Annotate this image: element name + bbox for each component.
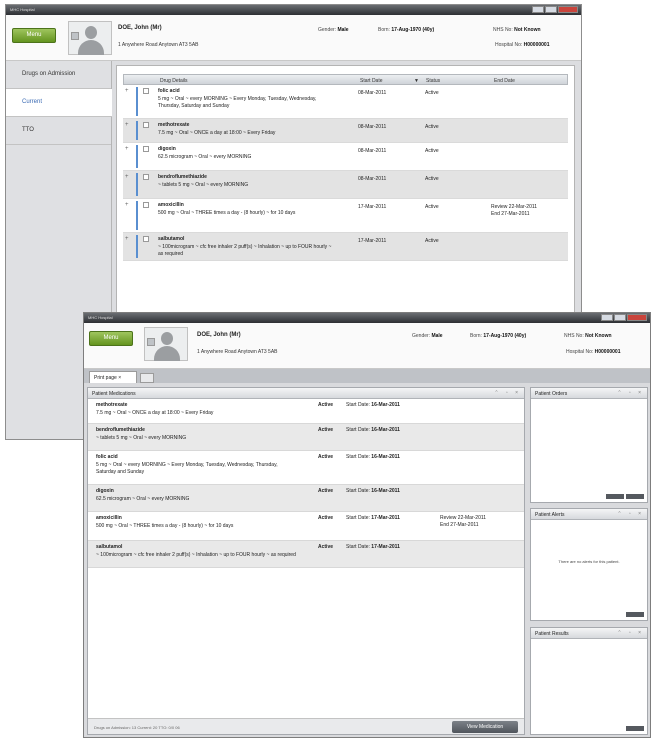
patient-hospital-no: Hospital No: H00000001: [566, 349, 621, 355]
expand-icon: +: [125, 88, 129, 94]
patient-address: 1 Anywhere Road Anytown AT3 5AB: [118, 42, 199, 48]
medication-window-front: MHC Hospital Menu DOE, John (Mr) 1 Anywh…: [83, 312, 651, 738]
patient-medications-panel: Patient Medications ⌃ ▫ × methotrexate 7…: [87, 387, 525, 735]
drug-row[interactable]: + digoxin 62.5 microgram ~ Oral ~ every …: [123, 143, 568, 171]
panel-controls-icon[interactable]: ⌃ ▫ ×: [494, 390, 521, 396]
drug-row[interactable]: + methotrexate 7.5 mg ~ Oral ~ ONCE a da…: [123, 119, 568, 143]
row-checkbox[interactable]: [143, 146, 149, 152]
panel-controls-icon[interactable]: ⌃ ▫ ×: [617, 630, 644, 636]
pin-icon[interactable]: [147, 338, 155, 346]
patient-orders-panel: Patient Orders ⌃ ▫ ×: [530, 387, 648, 503]
medications-footer: Drugs on Admission: 13 Current: 20 TTO: …: [88, 718, 524, 734]
maximize-button[interactable]: [545, 6, 557, 13]
medication-row[interactable]: digoxin 62.5 microgram ~ Oral ~ every MO…: [88, 485, 524, 512]
expand-icon: +: [125, 202, 129, 208]
expand-icon: +: [125, 174, 129, 180]
drug-row[interactable]: + folic acid 5 mg ~ Oral ~ every MORNING…: [123, 85, 568, 119]
drug-table-header: Drug Details Start Date ▼ Status End Dat…: [123, 74, 568, 85]
minimize-button[interactable]: [532, 6, 544, 13]
patient-banner: Menu DOE, John (Mr) 1 Anywhere Road Anyt…: [84, 323, 650, 369]
medications-panel-header: Patient Medications ⌃ ▫ ×: [88, 388, 524, 399]
expand-icon: +: [125, 122, 129, 128]
row-checkbox[interactable]: [143, 174, 149, 180]
tab-strip: Print page ×: [84, 369, 650, 383]
patient-gender: Gender: Male: [412, 333, 443, 339]
patient-banner: Menu DOE, John (Mr) 1 Anywhere Road Anyt…: [6, 15, 581, 61]
column-end-date[interactable]: End Date: [494, 78, 515, 84]
column-drug-details[interactable]: Drug Details: [160, 78, 188, 84]
column-status[interactable]: Status: [426, 78, 440, 84]
title-bar: MHC Hospital: [84, 313, 650, 323]
panel-controls-icon[interactable]: ⌃ ▫ ×: [617, 511, 644, 517]
medication-row[interactable]: amoxicillin 500 mg ~ Oral ~ THREE times …: [88, 512, 524, 541]
patient-photo: [68, 21, 112, 55]
tab-print-page[interactable]: Print page ×: [89, 371, 137, 383]
patient-results-panel: Patient Results ⌃ ▫ ×: [530, 627, 648, 735]
alerts-action-button[interactable]: [626, 612, 644, 617]
orders-action-button[interactable]: [606, 494, 624, 499]
column-start-date[interactable]: Start Date: [360, 78, 383, 84]
maximize-button[interactable]: [614, 314, 626, 321]
drug-row[interactable]: + amoxicillin 500 mg ~ Oral ~ THREE time…: [123, 199, 568, 233]
expand-icon: +: [125, 236, 129, 242]
nav-tto[interactable]: TTO: [6, 117, 111, 145]
patient-nhs: NHS No: Not Known: [564, 333, 612, 339]
menu-button[interactable]: Menu: [12, 28, 56, 43]
view-medication-button[interactable]: View Medication: [452, 721, 518, 733]
tab-close-icon[interactable]: ×: [118, 375, 121, 381]
sort-desc-icon: ▼: [414, 78, 419, 84]
medication-row[interactable]: methotrexate 7.5 mg ~ Oral ~ ONCE a day …: [88, 399, 524, 424]
window-title: MHC Hospital: [88, 315, 113, 320]
patient-born: Born: 17-Aug-1970 (40y): [470, 333, 527, 339]
patient-nhs: NHS No: Not Known: [493, 27, 541, 33]
pin-icon[interactable]: [71, 32, 79, 40]
row-checkbox[interactable]: [143, 202, 149, 208]
medication-row[interactable]: bendroflumethiazide ~ tablets 5 mg ~ Ora…: [88, 424, 524, 451]
window-title: MHC Hospital: [10, 7, 35, 12]
drug-row[interactable]: + bendroflumethiazide ~ tablets 5 mg ~ O…: [123, 171, 568, 199]
drug-row[interactable]: + salbutamol ~ 100microgram ~ cfc free i…: [123, 233, 568, 261]
menu-button[interactable]: Menu: [89, 331, 133, 346]
row-checkbox[interactable]: [143, 122, 149, 128]
close-button[interactable]: [627, 314, 647, 321]
orders-action-button[interactable]: [626, 494, 644, 499]
expand-icon: +: [125, 146, 129, 152]
patient-hospital-no: Hospital No: H00000001: [495, 42, 550, 48]
patient-address: 1 Anywhere Road Anytown AT3 5AB: [197, 349, 278, 355]
patient-photo: [144, 327, 188, 361]
patient-name: DOE, John (Mr): [118, 25, 162, 31]
results-action-button[interactable]: [626, 726, 644, 731]
patient-gender: Gender: Male: [318, 27, 349, 33]
minimize-button[interactable]: [601, 314, 613, 321]
row-checkbox[interactable]: [143, 236, 149, 242]
medication-row[interactable]: salbutamol ~ 100microgram ~ cfc free inh…: [88, 541, 524, 568]
drug-table: Drug Details Start Date ▼ Status End Dat…: [123, 74, 568, 261]
patient-alerts-panel: Patient Alerts ⌃ ▫ × There are no alerts…: [530, 508, 648, 621]
patient-born: Born: 17-Aug-1970 (40y): [378, 27, 435, 33]
medication-counts: Drugs on Admission: 13 Current: 20 TTO: …: [94, 725, 180, 730]
new-tab-button[interactable]: [140, 373, 154, 383]
alerts-empty-message: There are no alerts for this patient.: [558, 559, 620, 564]
medication-row[interactable]: folic acid 5 mg ~ Oral ~ every MORNING ~…: [88, 451, 524, 485]
nav-drugs-on-admission[interactable]: Drugs on Admission: [6, 61, 111, 89]
nav-current[interactable]: Current: [6, 89, 112, 117]
patient-name: DOE, John (Mr): [197, 332, 241, 338]
title-bar: MHC Hospital: [6, 5, 581, 15]
panel-controls-icon[interactable]: ⌃ ▫ ×: [617, 390, 644, 396]
close-button[interactable]: [558, 6, 578, 13]
row-checkbox[interactable]: [143, 88, 149, 94]
